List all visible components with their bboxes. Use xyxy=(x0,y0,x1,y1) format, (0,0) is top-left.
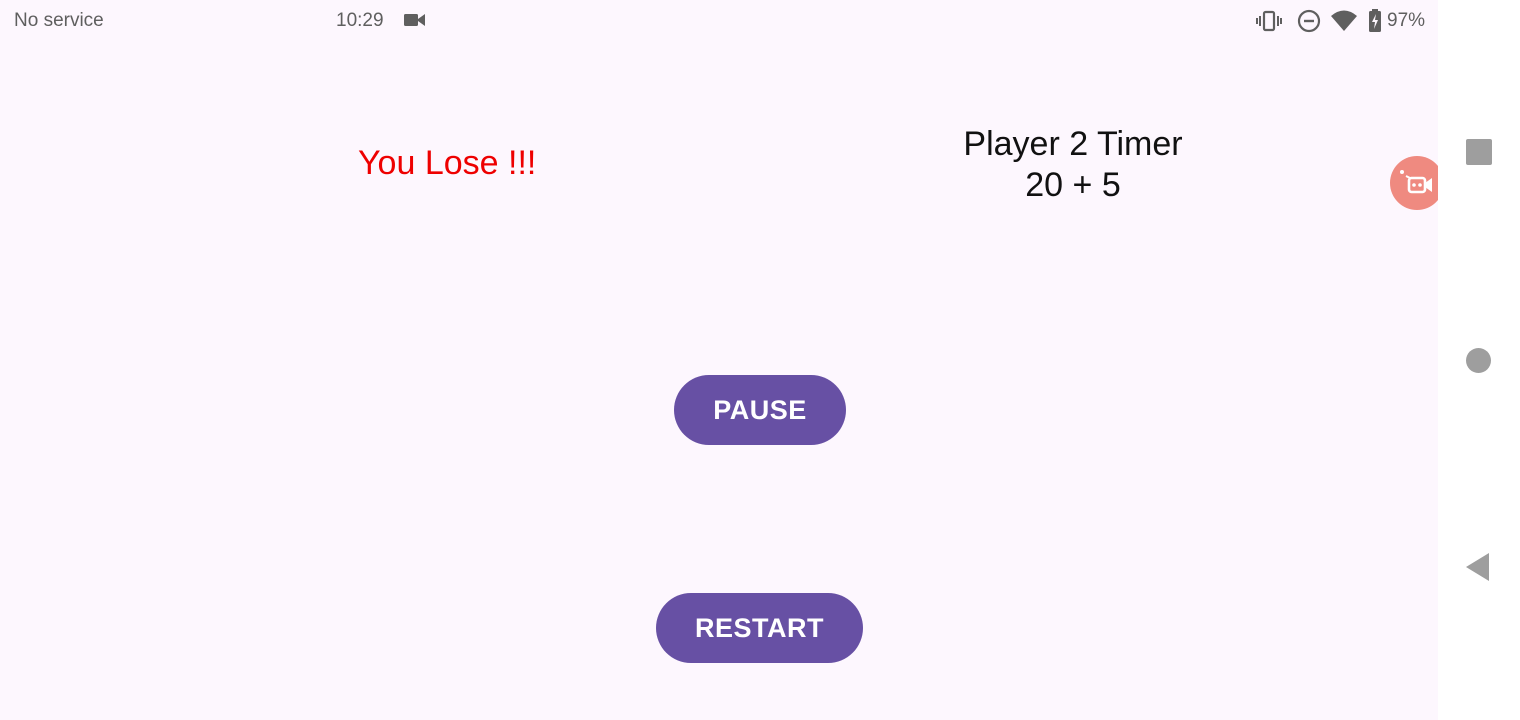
vibrate-icon xyxy=(1256,10,1282,32)
timer-title: Player 2 Timer xyxy=(963,125,1183,163)
wifi-icon xyxy=(1331,10,1357,31)
pause-button[interactable]: PAUSE xyxy=(674,375,846,445)
status-bar: No service 10:29 97% xyxy=(0,0,1438,42)
back-icon[interactable] xyxy=(1465,552,1491,582)
battery-percent: 97% xyxy=(1387,10,1426,31)
clock: 10:29 xyxy=(336,10,384,31)
player-2-timer: Player 2 Timer 20 + 5 xyxy=(940,124,1206,206)
battery-charging-icon xyxy=(1369,9,1381,32)
recents-icon[interactable] xyxy=(1466,139,1492,165)
screen-recorder-icon xyxy=(1400,170,1432,194)
do-not-disturb-icon xyxy=(1297,9,1321,33)
navigation-bar xyxy=(1438,0,1520,720)
timer-value: 20 + 5 xyxy=(1025,166,1121,204)
video-camera-icon xyxy=(404,12,426,34)
app-screen: No service 10:29 97% You Lose !!! Player… xyxy=(0,0,1520,720)
result-message: You Lose !!! xyxy=(358,144,537,182)
carrier-label: No service xyxy=(14,10,104,31)
screen-recorder-bubble[interactable] xyxy=(1390,156,1444,210)
restart-button[interactable]: RESTART xyxy=(656,593,863,663)
home-icon[interactable] xyxy=(1466,348,1491,373)
